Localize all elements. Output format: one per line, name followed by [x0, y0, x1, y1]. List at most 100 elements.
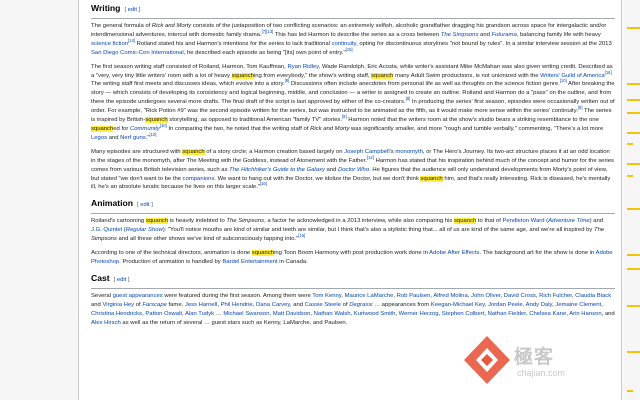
citation-link[interactable]: [12] — [367, 155, 374, 160]
highlight-marker — [627, 305, 640, 307]
link-jg-quintel[interactable]: J.G. Quintel — [91, 227, 122, 233]
link-cast-member[interactable]: David Cross — [504, 293, 536, 299]
link-science-fiction[interactable]: science fiction — [91, 41, 128, 47]
highlight-marker — [627, 99, 640, 101]
link-regular-show[interactable]: Regular Show — [126, 227, 163, 233]
link-cast-member[interactable]: Jordan Peele — [488, 302, 523, 308]
link-cast-member[interactable]: Tom Kenny — [312, 293, 341, 299]
link-degrassi[interactable]: Degrassi — [349, 302, 372, 308]
link-companions[interactable]: companions — [183, 176, 215, 182]
link-cast-member[interactable]: Cassie Steele — [305, 302, 341, 308]
link-cast-member[interactable]: Nathan Fielder — [488, 311, 526, 317]
link-cast-member[interactable]: Claudia Black — [575, 293, 611, 299]
link-cast-member[interactable]: Chelsea Kane — [529, 311, 566, 317]
paragraph-cast-1: Several guest appearances were featured … — [91, 292, 615, 326]
paragraph-writing-2: The first season writing staff consisted… — [91, 63, 615, 141]
search-highlight-markers — [627, 0, 640, 400]
link-cast-member[interactable]: Alan Tudyk — [185, 311, 214, 317]
link-cast-member[interactable]: Patton Oswalt — [145, 311, 182, 317]
citation-link[interactable]: [10] — [560, 78, 567, 83]
citation-link[interactable]: [16] — [260, 181, 267, 186]
paragraph-animation-1: Roiland's cartooning squanch is heavily … — [91, 218, 605, 243]
link-legos[interactable]: Legos — [91, 135, 107, 141]
highlighted-word: squanch — [91, 125, 114, 132]
paragraph-writing-1: The general formula of Rick and Morty co… — [91, 23, 612, 56]
highlighted-word: squanch — [231, 72, 254, 79]
link-cast-member[interactable]: Rob Paulsen — [397, 293, 431, 299]
highlight-marker — [627, 27, 640, 29]
link-cast-member[interactable]: Kurtwood Smith — [354, 311, 396, 317]
link-pendleton-ward[interactable]: Pendleton Ward — [502, 218, 544, 224]
link-bardel[interactable]: Bardel Entertainment — [222, 259, 277, 265]
citation-link[interactable]: [15] — [346, 47, 353, 52]
highlighted-word: squanch — [251, 250, 275, 257]
highlight-marker — [627, 83, 640, 85]
link-guest-appearances[interactable]: guest appearances — [113, 293, 163, 299]
link-cast-member[interactable]: Maurice LaMarche — [345, 293, 394, 299]
logo-url: chajian.com — [517, 368, 566, 378]
highlight-marker — [627, 175, 633, 177]
link-cast-member[interactable]: John Oliver — [471, 293, 500, 299]
link-cast-member[interactable]: Werner Herzog — [399, 311, 439, 317]
highlight-marker — [627, 208, 640, 210]
link-cast-member[interactable]: Keegan-Michael Key — [431, 302, 485, 308]
logo-name: 極客 — [514, 346, 555, 368]
link-cast-member[interactable]: Alex Hirsch — [91, 320, 121, 326]
link-cast-member[interactable]: Jess Harnell — [185, 302, 217, 308]
paragraph-writing-3: Many episodes are structured with squanc… — [91, 148, 614, 191]
link-monomyth[interactable]: monomyth — [395, 149, 423, 155]
link-comic-con[interactable]: San Diego Comic-Con International — [91, 50, 184, 56]
highlighted-word: squanch — [371, 72, 394, 79]
link-nerf-guns[interactable]: Nerf guns — [120, 135, 146, 141]
link-cast-member[interactable]: Rich Fulcher — [539, 293, 572, 299]
highlight-marker — [627, 132, 640, 134]
highlighted-word: squanch — [145, 218, 169, 225]
edit-link-writing[interactable]: edit — [128, 7, 137, 13]
link-cast-member[interactable]: Virginia Hey — [102, 302, 134, 308]
link-cast-member[interactable]: Michael Swanson — [223, 311, 269, 317]
chajian-logo-icon — [464, 336, 510, 384]
link-cast-member[interactable]: Alfred Molina — [433, 293, 467, 299]
link-wga[interactable]: Writers' Guild of America — [540, 73, 605, 79]
citation-link[interactable]: [10] — [149, 132, 156, 137]
edit-link-animation[interactable]: edit — [140, 202, 149, 208]
highlight-marker — [627, 112, 640, 114]
highlight-marker — [627, 351, 640, 353]
link-hitchhikers-guide[interactable]: The Hitchhiker's Guide to the Galaxy — [229, 167, 325, 173]
highlighted-word: squanch — [453, 218, 477, 225]
highlight-marker — [627, 268, 640, 270]
link-adventure-time[interactable]: Adventure Time — [548, 218, 590, 224]
link-futurama[interactable]: Futurama — [492, 32, 517, 38]
link-cast-member[interactable]: Phil Hendrie — [221, 302, 253, 308]
section-heading-writing: Writing[ edit ] — [91, 2, 615, 19]
link-farscape[interactable]: Farscape — [142, 302, 167, 308]
citation-link[interactable]: [10] — [160, 123, 167, 128]
highlight-marker — [627, 390, 633, 392]
watermark-logo: 極客 chajian.com — [462, 330, 612, 392]
link-cast-member[interactable]: Nathan Walsh — [314, 311, 351, 317]
link-cast-member[interactable]: Jemaine Clement — [555, 302, 601, 308]
citation-link[interactable]: [15] — [298, 233, 305, 238]
highlighted-word: squanch — [420, 175, 443, 182]
link-cast-member[interactable]: Dana Carvey — [256, 302, 290, 308]
link-cast-member[interactable]: Stephen Colbert — [442, 311, 485, 317]
citation-link[interactable]: [7][13] — [262, 29, 274, 34]
link-ryan-ridley[interactable]: Ryan Ridley — [287, 64, 318, 70]
link-the-simpsons[interactable]: The Simpsons — [441, 32, 479, 38]
section-heading-cast: Cast[ edit ] — [91, 272, 615, 289]
link-doctor-who[interactable]: Doctor Who — [338, 167, 369, 173]
highlighted-word: squanch — [182, 148, 205, 155]
article-content: Writing[ edit ] The general formula of R… — [79, 0, 621, 327]
link-cast-member[interactable]: Arin Hanson — [569, 311, 601, 317]
section-heading-animation: Animation[ edit ] — [91, 197, 615, 215]
citation-link[interactable]: [16] — [605, 70, 612, 75]
edit-link-cast[interactable]: edit — [117, 277, 126, 283]
highlight-marker — [627, 163, 640, 165]
link-cast-member[interactable]: Matt Davidson — [273, 311, 311, 317]
link-cast-member[interactable]: Christina Hendricks — [91, 311, 142, 317]
link-after-effects[interactable]: Adobe After Effects — [429, 250, 479, 256]
link-cast-member[interactable]: Andy Daly — [526, 302, 552, 308]
highlight-marker — [627, 254, 640, 256]
citation-link[interactable]: [14] — [128, 38, 135, 43]
paragraph-animation-2: According to one of the technical direct… — [91, 250, 613, 265]
